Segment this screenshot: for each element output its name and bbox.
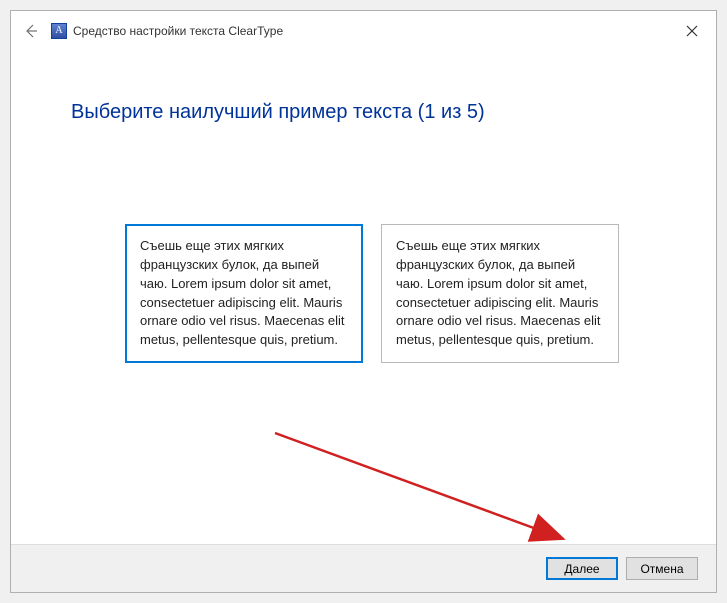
window-title: Средство настройки текста ClearType xyxy=(73,24,283,38)
text-sample-1[interactable]: Съешь еще этих мягких французских булок,… xyxy=(125,224,363,363)
text-sample-2[interactable]: Съешь еще этих мягких французских булок,… xyxy=(381,224,619,363)
close-button[interactable] xyxy=(680,19,704,43)
content-area: Выберите наилучший пример текста (1 из 5… xyxy=(11,51,716,423)
titlebar: A Средство настройки текста ClearType xyxy=(11,11,716,51)
app-icon: A xyxy=(51,23,67,39)
next-button[interactable]: Далее xyxy=(546,557,618,580)
wizard-window: A Средство настройки текста ClearType Вы… xyxy=(10,10,717,593)
back-arrow-icon xyxy=(23,23,39,39)
close-icon xyxy=(686,25,698,37)
wizard-heading: Выберите наилучший пример текста (1 из 5… xyxy=(71,101,676,124)
back-button[interactable] xyxy=(19,19,43,43)
annotation-arrow xyxy=(271,429,591,559)
cancel-button[interactable]: Отмена xyxy=(626,557,698,580)
text-samples: Съешь еще этих мягких французских булок,… xyxy=(125,224,676,363)
wizard-footer: Далее Отмена xyxy=(11,544,716,592)
